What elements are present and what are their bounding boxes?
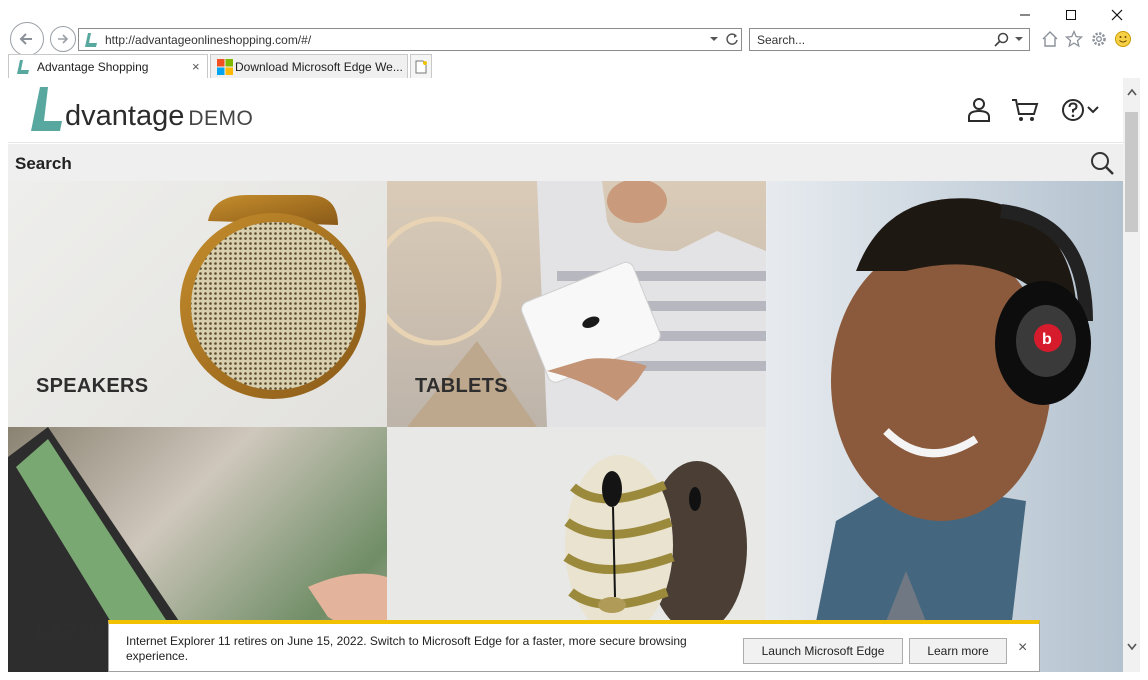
notification-close-icon[interactable]: × [1018,639,1027,657]
logo-word: dvantage [65,100,185,132]
advantage-logo-icon [31,87,62,131]
tools-button[interactable] [1088,28,1110,50]
ie-retirement-notification: Internet Explorer 11 retires on June 15,… [108,620,1040,672]
tab-close-icon[interactable]: × [192,59,200,74]
maximize-button[interactable] [1048,4,1094,26]
learn-more-button[interactable]: Learn more [909,638,1007,664]
category-label-speakers: SPEAKERS [36,375,149,397]
refresh-icon[interactable] [725,32,739,46]
category-tile-speakers[interactable]: SPEAKERS [8,181,387,427]
advantage-favicon-icon [17,60,29,74]
help-icon [1062,99,1084,121]
scroll-down-icon[interactable] [1127,643,1137,651]
back-button[interactable] [10,22,44,56]
advantage-favicon-icon [85,33,97,47]
microsoft-logo-icon [217,59,233,75]
tab-download-edge[interactable]: Download Microsoft Edge We... [210,54,408,78]
minimize-icon [1020,14,1030,16]
search-placeholder[interactable]: Search... [757,33,805,47]
browser-window: http://advantageonlineshopping.com/#/ Se… [0,0,1148,680]
help-dropdown[interactable] [1084,96,1102,124]
tab-strip: Advantage Shopping × Download Microsoft … [0,54,1148,78]
home-button[interactable] [1039,28,1061,50]
search-icon[interactable] [1089,150,1115,176]
user-icon [968,98,990,122]
tab-advantage-shopping[interactable]: Advantage Shopping × [8,54,208,78]
forward-arrow-icon [58,34,69,44]
vertical-scrollbar[interactable] [1123,78,1140,672]
scroll-up-icon[interactable] [1127,88,1137,96]
close-window-button[interactable] [1094,4,1140,26]
address-dropdown-icon[interactable] [709,34,719,44]
launch-edge-button[interactable]: Launch Microsoft Edge [743,638,903,664]
search-dropdown-icon[interactable] [1014,34,1024,44]
search-icon[interactable] [994,32,1009,47]
smiley-feedback-icon [1115,31,1131,47]
maximize-icon [1066,10,1076,20]
shopping-cart-button[interactable] [1011,96,1039,124]
cart-icon [1012,99,1039,121]
user-account-button[interactable] [965,96,993,124]
home-icon [1042,31,1058,47]
category-tile-headphones[interactable]: b [766,181,1123,672]
browser-search-box[interactable]: Search... [749,28,1030,51]
minimize-button[interactable] [1002,4,1048,26]
chevron-down-icon [1087,106,1099,114]
logo-demo: DEMO [188,107,254,130]
site-search-bar[interactable]: Search [8,144,1123,181]
favorites-star-icon [1065,30,1083,48]
forward-button[interactable] [50,26,76,52]
category-label-tablets: TABLETS [415,375,508,397]
address-url[interactable]: http://advantageonlineshopping.com/#/ [105,33,311,47]
new-tab-button[interactable] [410,54,432,78]
category-tile-tablets[interactable]: TABLETS [387,181,766,427]
settings-gear-icon [1092,32,1106,46]
tab-label: Download Microsoft Edge We... [235,60,403,74]
new-tab-icon [415,60,427,73]
tab-label: Advantage Shopping [37,60,149,74]
address-bar[interactable]: http://advantageonlineshopping.com/#/ [78,28,742,51]
back-arrow-icon [19,33,32,45]
headphones-image: b [806,198,1093,672]
svg-text:b: b [1042,331,1052,348]
search-label: Search [15,154,72,173]
notification-message: Internet Explorer 11 retires on June 15,… [126,634,687,663]
close-icon [1111,9,1123,21]
help-button[interactable] [1059,96,1087,124]
site-logo[interactable]: dvantage DEMO [30,87,253,131]
scrollbar-thumb[interactable] [1125,112,1138,232]
favorites-button[interactable] [1063,28,1085,50]
web-page: dvantage DEMO Search SPEAKERS TABLETS b … [8,78,1123,672]
window-bottom-border [0,672,1148,680]
feedback-button[interactable] [1112,28,1134,50]
site-header: dvantage DEMO [8,78,1123,143]
